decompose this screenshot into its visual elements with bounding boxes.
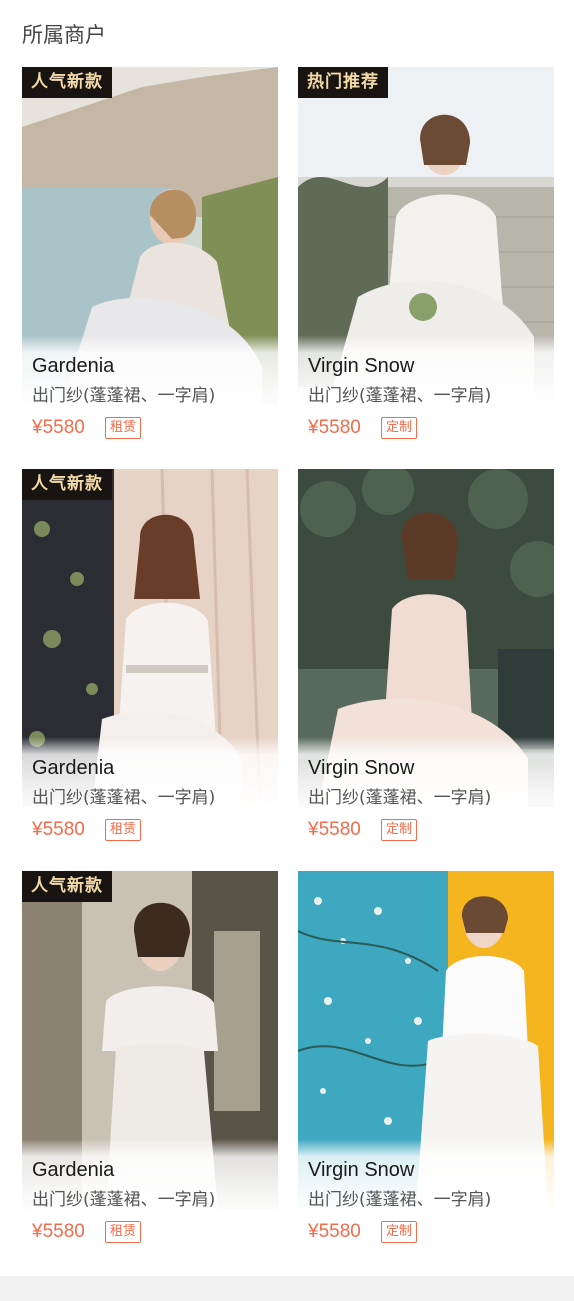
product-card[interactable]: 热门推荐 Virgin Snow 出门纱(蓬蓬裙、一字肩) ¥5580 定制: [298, 67, 554, 469]
product-price: ¥5580: [32, 819, 85, 840]
service-badge: 定制: [381, 819, 418, 841]
product-price: ¥5580: [308, 417, 361, 438]
service-badge: 定制: [381, 417, 418, 439]
bottom-divider: [0, 1276, 574, 1301]
product-name: Gardenia: [32, 1159, 115, 1181]
product-card[interactable]: Virgin Snow 出门纱(蓬蓬裙、一字肩) ¥5580 定制: [298, 871, 554, 1273]
product-price: ¥5580: [32, 417, 85, 438]
product-card[interactable]: 人气新款 Gardenia 出门纱(蓬蓬裙、一字肩) ¥5580 租赁: [22, 871, 278, 1273]
product-desc: 出门纱(蓬蓬裙、一字肩): [32, 1190, 216, 1210]
product-tag: 热门推荐: [298, 67, 388, 98]
product-grid: 人气新款 Gardenia 出门纱(蓬蓬裙、一字肩) ¥5580 租赁 热门推荐…: [22, 67, 554, 1273]
product-name: Virgin Snow: [308, 757, 415, 779]
product-desc: 出门纱(蓬蓬裙、一字肩): [308, 788, 492, 808]
product-price: ¥5580: [308, 1221, 361, 1242]
product-price: ¥5580: [32, 1221, 85, 1242]
product-card[interactable]: 人气新款 Gardenia 出门纱(蓬蓬裙、一字肩) ¥5580 租赁: [22, 469, 278, 871]
product-name: Virgin Snow: [308, 1159, 415, 1181]
product-name: Gardenia: [32, 355, 115, 377]
product-price: ¥5580: [308, 819, 361, 840]
product-tag: 人气新款: [22, 871, 112, 902]
product-tag: 人气新款: [22, 67, 112, 98]
service-badge: 租赁: [105, 1221, 142, 1243]
section-title: 所属商户: [22, 23, 106, 47]
product-card[interactable]: Virgin Snow 出门纱(蓬蓬裙、一字肩) ¥5580 定制: [298, 469, 554, 871]
product-desc: 出门纱(蓬蓬裙、一字肩): [308, 386, 492, 406]
service-badge: 租赁: [105, 819, 142, 841]
service-badge: 定制: [381, 1221, 418, 1243]
product-tag: 人气新款: [22, 469, 112, 500]
product-desc: 出门纱(蓬蓬裙、一字肩): [308, 1190, 492, 1210]
product-card[interactable]: 人气新款 Gardenia 出门纱(蓬蓬裙、一字肩) ¥5580 租赁: [22, 67, 278, 469]
product-name: Virgin Snow: [308, 355, 415, 377]
service-badge: 租赁: [105, 417, 142, 439]
product-desc: 出门纱(蓬蓬裙、一字肩): [32, 788, 216, 808]
product-name: Gardenia: [32, 757, 115, 779]
app-root: 所属商户 人气新款 Gardenia 出门纱(蓬蓬裙、一字肩) ¥5580 租赁…: [0, 0, 574, 1301]
product-desc: 出门纱(蓬蓬裙、一字肩): [32, 386, 216, 406]
